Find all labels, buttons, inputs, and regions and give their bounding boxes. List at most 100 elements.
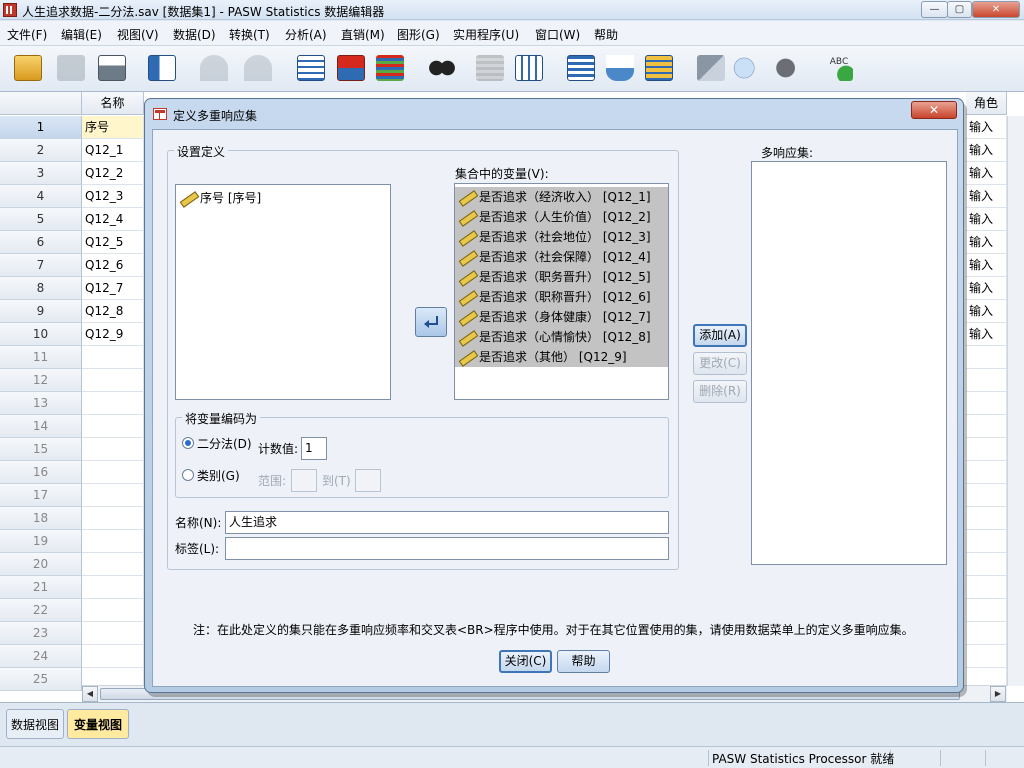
row-number[interactable]: 11 — [0, 346, 82, 369]
row-number[interactable]: 3 — [0, 162, 82, 185]
row-number[interactable]: 20 — [0, 553, 82, 576]
variable-name-cell[interactable]: Q12_8 — [82, 300, 144, 323]
list-item[interactable]: 序号 [序号] — [176, 188, 390, 208]
find-icon[interactable] — [426, 52, 458, 84]
close-button[interactable]: 关闭(C) — [499, 650, 552, 673]
list-item[interactable]: 是否追求（其他） [Q12_9] — [455, 347, 668, 367]
row-number[interactable]: 1 — [0, 116, 82, 139]
row-number[interactable]: 17 — [0, 484, 82, 507]
variable-role-cell[interactable]: 输入 — [966, 162, 1007, 185]
menu-utilities[interactable]: 实用程序(U) — [453, 26, 519, 43]
variable-name-cell[interactable] — [82, 415, 144, 438]
variable-name-cell[interactable] — [82, 645, 144, 668]
variable-name-cell[interactable] — [82, 576, 144, 599]
vertical-scrollbar[interactable] — [1007, 116, 1024, 686]
variable-name-cell[interactable] — [82, 484, 144, 507]
variable-name-cell[interactable] — [82, 530, 144, 553]
weight-cases-icon[interactable] — [604, 52, 636, 84]
list-item[interactable]: 是否追求（职务晋升） [Q12_5] — [455, 267, 668, 287]
redo-icon[interactable] — [242, 52, 274, 84]
row-number[interactable]: 8 — [0, 277, 82, 300]
menu-help[interactable]: 帮助 — [594, 26, 618, 43]
row-number[interactable]: 6 — [0, 231, 82, 254]
undo-icon[interactable] — [198, 52, 230, 84]
use-sets-icon[interactable] — [731, 52, 763, 84]
dichotomy-radio[interactable] — [182, 437, 194, 449]
row-number[interactable]: 9 — [0, 300, 82, 323]
value-labels-icon[interactable] — [695, 52, 727, 84]
goto-case-icon[interactable] — [295, 52, 327, 84]
variable-role-cell[interactable] — [966, 553, 1007, 576]
save-icon[interactable] — [55, 52, 87, 84]
row-number[interactable]: 10 — [0, 323, 82, 346]
menu-data[interactable]: 数据(D) — [173, 26, 216, 43]
row-number[interactable]: 7 — [0, 254, 82, 277]
variable-role-cell[interactable]: 输入 — [966, 231, 1007, 254]
split-file-icon[interactable] — [565, 52, 597, 84]
dialog-close-button[interactable]: ✕ — [911, 101, 957, 119]
variable-role-cell[interactable] — [966, 392, 1007, 415]
variable-name-cell[interactable]: Q12_3 — [82, 185, 144, 208]
variable-role-cell[interactable] — [966, 484, 1007, 507]
row-number[interactable]: 4 — [0, 185, 82, 208]
move-variable-button[interactable] — [415, 307, 447, 337]
list-item[interactable]: 是否追求（社会地位） [Q12_3] — [455, 227, 668, 247]
row-number[interactable]: 24 — [0, 645, 82, 668]
tab-variable-view[interactable]: 变量视图 — [67, 709, 129, 739]
list-item[interactable]: 是否追求（人生价值） [Q12_2] — [455, 207, 668, 227]
row-number[interactable]: 23 — [0, 622, 82, 645]
counted-value-input[interactable]: 1 — [301, 437, 327, 460]
row-number[interactable]: 13 — [0, 392, 82, 415]
variable-name-cell[interactable]: Q12_6 — [82, 254, 144, 277]
variable-name-cell[interactable]: Q12_1 — [82, 139, 144, 162]
range-from-input[interactable] — [291, 469, 317, 492]
row-number[interactable]: 22 — [0, 599, 82, 622]
variable-name-cell[interactable]: Q12_4 — [82, 208, 144, 231]
list-item[interactable]: 是否追求（心情愉快） [Q12_8] — [455, 327, 668, 347]
list-item[interactable]: 是否追求（职称晋升） [Q12_6] — [455, 287, 668, 307]
menu-file[interactable]: 文件(F) — [7, 26, 47, 43]
row-number[interactable]: 2 — [0, 139, 82, 162]
select-cases-icon[interactable] — [643, 52, 675, 84]
show-all-variables-icon[interactable] — [771, 52, 803, 84]
variables-icon[interactable] — [374, 52, 406, 84]
row-number[interactable]: 15 — [0, 438, 82, 461]
row-number[interactable]: 16 — [0, 461, 82, 484]
variable-role-cell[interactable] — [966, 530, 1007, 553]
menu-window[interactable]: 窗口(W) — [535, 26, 580, 43]
column-header-name[interactable]: 名称 — [82, 92, 144, 115]
variable-name-cell[interactable] — [82, 553, 144, 576]
variable-role-cell[interactable] — [966, 369, 1007, 392]
source-variable-list[interactable]: 序号 [序号] — [175, 184, 391, 400]
variable-name-cell[interactable]: Q12_5 — [82, 231, 144, 254]
menu-analyze[interactable]: 分析(A) — [285, 26, 327, 43]
row-number[interactable]: 25 — [0, 668, 82, 691]
variables-in-set-list[interactable]: 是否追求（经济收入） [Q12_1] 是否追求（人生价值） [Q12_2] 是否追求… — [454, 183, 669, 400]
scroll-left-icon[interactable]: ◀ — [82, 686, 98, 702]
close-window-button[interactable]: ✕ — [972, 1, 1020, 18]
variable-role-cell[interactable]: 输入 — [966, 277, 1007, 300]
variable-role-cell[interactable]: 输入 — [966, 185, 1007, 208]
row-number[interactable]: 12 — [0, 369, 82, 392]
mr-sets-list[interactable] — [751, 161, 947, 565]
variable-name-cell[interactable]: 序号 — [82, 116, 144, 139]
variable-name-cell[interactable] — [82, 392, 144, 415]
scroll-right-icon[interactable]: ▶ — [990, 686, 1006, 702]
variable-name-cell[interactable] — [82, 438, 144, 461]
dialog-recall-icon[interactable] — [146, 52, 178, 84]
list-item[interactable]: 是否追求（经济收入） [Q12_1] — [455, 187, 668, 207]
menu-graphs[interactable]: 图形(G) — [397, 26, 440, 43]
open-icon[interactable] — [12, 52, 44, 84]
variable-name-cell[interactable] — [82, 507, 144, 530]
variable-role-cell[interactable] — [966, 415, 1007, 438]
variable-role-cell[interactable] — [966, 576, 1007, 599]
menu-edit[interactable]: 编辑(E) — [61, 26, 102, 43]
dialog-titlebar[interactable]: 定义多重响应集 ✕ — [145, 99, 963, 127]
row-number[interactable]: 18 — [0, 507, 82, 530]
variable-role-cell[interactable] — [966, 622, 1007, 645]
row-number[interactable]: 14 — [0, 415, 82, 438]
variable-role-cell[interactable] — [966, 461, 1007, 484]
column-header-role[interactable]: 角色 — [966, 92, 1007, 115]
row-number[interactable]: 19 — [0, 530, 82, 553]
set-label-input[interactable] — [225, 537, 669, 560]
